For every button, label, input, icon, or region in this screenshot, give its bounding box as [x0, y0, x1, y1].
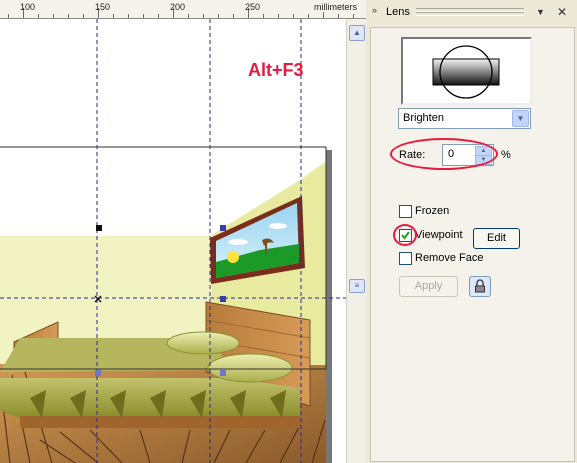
- ruler-label: 100: [20, 2, 36, 12]
- ruler-tick: [113, 14, 114, 18]
- ruler-tick: [68, 14, 69, 18]
- docker-title-bar[interactable]: » Lens ▼ ✕: [366, 0, 577, 27]
- collapse-arrows-icon[interactable]: »: [372, 5, 377, 15]
- scroll-up-button[interactable]: ▲: [349, 25, 365, 41]
- viewpoint-highlight-circle: [393, 224, 417, 246]
- ruler-label: 150: [95, 2, 111, 12]
- ruler-label: 250: [245, 2, 261, 12]
- lens-preview-graphic: [432, 45, 500, 99]
- ruler-tick: [158, 14, 159, 18]
- title-divider: [416, 12, 524, 16]
- ruler-tick: [338, 14, 339, 18]
- shortcut-annotation: Alt+F3: [248, 60, 304, 80]
- lens-type-select[interactable]: Brighten ▼: [398, 108, 531, 129]
- rate-unit: %: [501, 149, 511, 161]
- horizontal-ruler[interactable]: 100 150 200 250 millimeters: [0, 0, 366, 19]
- viewpoint-label: Viewpoint: [415, 229, 463, 241]
- docker-menu-arrow-icon[interactable]: ▼: [536, 7, 545, 17]
- scroll-thumb[interactable]: ≡: [349, 279, 365, 293]
- ruler-tick: [128, 14, 129, 18]
- remove-face-checkbox[interactable]: [399, 252, 412, 265]
- docker-content: Brighten ▼ Rate: 0 ▲ ▼ % Frozen Viewpoin…: [370, 27, 575, 462]
- ruler-tick: [143, 14, 144, 18]
- ruler-tick: [233, 14, 234, 18]
- ruler-tick: [53, 14, 54, 18]
- apply-button[interactable]: Apply: [399, 276, 458, 297]
- remove-face-label: Remove Face: [415, 252, 484, 264]
- vertical-scrollbar[interactable]: ▲ ≡: [346, 19, 367, 463]
- docker-title: Lens: [386, 6, 410, 18]
- drawing-canvas[interactable]: Alt+F3: [0, 19, 346, 463]
- ruler-unit-label: millimeters: [312, 2, 360, 12]
- ruler-tick: [293, 14, 294, 18]
- lock-icon: [475, 279, 485, 293]
- lock-button[interactable]: [469, 276, 491, 297]
- close-icon[interactable]: ✕: [557, 5, 567, 19]
- ruler-tick: [203, 14, 204, 18]
- ruler-tick: [263, 14, 264, 18]
- ruler-tick: [308, 14, 309, 18]
- ruler-tick: [278, 14, 279, 18]
- lens-preview: [401, 37, 532, 105]
- frozen-checkbox[interactable]: [399, 205, 412, 218]
- chevron-down-icon[interactable]: ▼: [512, 110, 529, 127]
- ruler-tick: [8, 14, 9, 18]
- lens-docker: » Lens ▼ ✕ Brighten ▼ Rate: 0 ▲ ▼ % Froz…: [366, 0, 577, 463]
- ruler-tick: [83, 14, 84, 18]
- frozen-label: Frozen: [415, 205, 450, 217]
- edit-button[interactable]: Edit: [473, 228, 520, 249]
- rate-highlight-circle: [390, 138, 498, 170]
- ruler-tick: [38, 14, 39, 18]
- ruler-label: 200: [170, 2, 186, 12]
- lens-type-value: Brighten: [403, 112, 444, 124]
- bedroom-illustration: [0, 19, 346, 463]
- ruler-tick: [218, 14, 219, 18]
- ruler-tick: [188, 14, 189, 18]
- ruler-tick: [353, 14, 354, 18]
